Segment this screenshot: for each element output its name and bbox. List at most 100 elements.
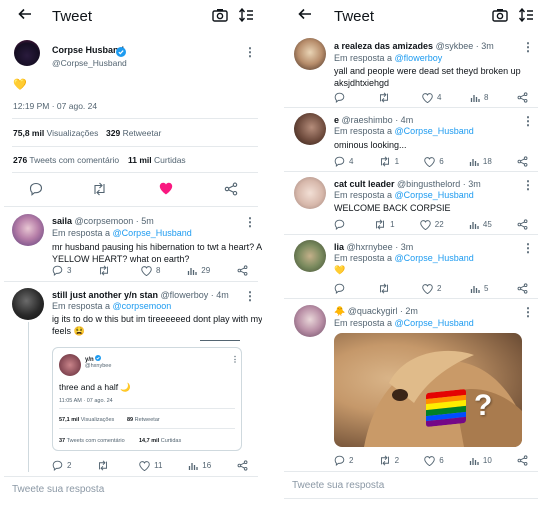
views-button[interactable]: 45 — [469, 220, 492, 230]
retweet-button[interactable] — [378, 283, 394, 294]
share-button[interactable] — [517, 283, 528, 294]
more-options-icon[interactable]: ⋮ — [522, 306, 534, 318]
reply-button[interactable] — [334, 283, 349, 294]
more-options-icon[interactable]: ⋮ — [522, 115, 534, 127]
like-button[interactable]: 22 — [420, 219, 444, 230]
quote-avatar — [59, 354, 81, 376]
reply-to-link[interactable]: @Corpse_Husband — [395, 318, 474, 328]
more-options-icon[interactable]: ⋮ — [244, 46, 256, 58]
share-button[interactable] — [237, 460, 248, 471]
reply-button[interactable]: 4 — [334, 156, 353, 167]
back-arrow-icon[interactable] — [18, 7, 32, 27]
share-button[interactable] — [237, 265, 248, 276]
reply-button[interactable] — [334, 219, 349, 230]
share-button[interactable] — [517, 156, 528, 167]
reply-input[interactable]: Tweete sua resposta — [12, 484, 104, 495]
retweet-button[interactable] — [378, 92, 394, 103]
reply-button[interactable]: 2 — [334, 455, 353, 466]
reply-actions: 2 11 16 — [52, 460, 248, 471]
reply-author-handle[interactable]: @raeshimbo · 4m — [342, 115, 414, 125]
reply-to-link[interactable]: @flowerboy — [395, 53, 443, 63]
like-button[interactable]: 6 — [424, 455, 444, 466]
reply-author-name[interactable]: lia — [334, 242, 344, 252]
reply-author-handle[interactable]: @bingusthelord · 3m — [397, 179, 481, 189]
reply-author-handle[interactable]: @hxrnybee · 3m — [347, 242, 414, 252]
retweets-stat[interactable]: 329 Retweetar — [106, 128, 161, 139]
reply-avatar[interactable] — [294, 177, 326, 209]
reply-button[interactable]: 3 — [52, 265, 71, 276]
reply-author-name[interactable]: 🐥 — [334, 306, 345, 316]
author-handle[interactable]: @Corpse_Husband — [52, 58, 127, 69]
sort-icon[interactable] — [518, 7, 534, 27]
more-options-icon[interactable]: ⋮ — [244, 290, 256, 302]
reply-to-link[interactable]: @Corpse_Husband — [395, 253, 474, 263]
camera-icon[interactable] — [212, 8, 228, 27]
views-button[interactable]: 8 — [470, 93, 488, 103]
reply-author-name[interactable]: e — [334, 115, 339, 125]
camera-icon[interactable] — [492, 8, 508, 27]
reply-avatar[interactable] — [12, 214, 44, 246]
views-button[interactable]: 16 — [188, 461, 211, 471]
share-button[interactable] — [517, 455, 528, 466]
reply-input[interactable]: Tweete sua resposta — [292, 480, 384, 491]
retweet-button[interactable]: 1 — [374, 219, 395, 230]
back-arrow-icon[interactable] — [298, 7, 312, 27]
reply-icon[interactable] — [29, 182, 43, 201]
reply-author-handle[interactable]: @corpsemoon · 5m — [75, 216, 154, 226]
reply-author-handle[interactable]: @sykbee · 3m — [436, 41, 494, 51]
reply-to-line: Em resposta a @Corpse_Husband — [334, 189, 474, 201]
reply-avatar[interactable] — [294, 38, 326, 70]
reply-button[interactable] — [334, 92, 349, 103]
reply-author-name[interactable]: a realeza das amizades — [334, 41, 433, 51]
sort-icon[interactable] — [238, 7, 254, 27]
more-options-icon[interactable]: ⋮ — [522, 41, 534, 53]
share-button[interactable] — [517, 92, 528, 103]
reply-author-name[interactable]: still just another y/n stan — [52, 290, 158, 300]
reply-prefix: Em resposta a — [52, 301, 111, 311]
like-button[interactable]: 11 — [139, 460, 162, 471]
retweet-button[interactable] — [98, 265, 114, 276]
reply-text: ominous looking... — [334, 140, 407, 150]
like-button[interactable]: 8 — [141, 265, 161, 276]
reply-avatar[interactable] — [294, 305, 326, 337]
retweet-button[interactable]: 1 — [379, 156, 399, 167]
reply-to-link[interactable]: @corpsemoon — [113, 301, 172, 311]
reply-to-link[interactable]: @Corpse_Husband — [395, 126, 474, 136]
more-options-icon[interactable]: ⋮ — [522, 242, 534, 254]
author-avatar[interactable] — [14, 40, 40, 66]
views-button[interactable]: 29 — [187, 266, 210, 276]
retweet-icon[interactable] — [92, 182, 107, 201]
like-button[interactable]: 2 — [422, 283, 441, 294]
reply-author-handle[interactable]: @quackygirl · 2m — [348, 306, 418, 316]
views-button[interactable]: 5 — [470, 284, 488, 294]
reply-actions: 2 2 6 10 — [334, 455, 528, 466]
reply-avatar[interactable] — [12, 288, 44, 320]
reply-to-link[interactable]: @Corpse_Husband — [395, 190, 474, 200]
reply-button[interactable]: 2 — [52, 460, 71, 471]
reply-author-handle[interactable]: @flowerboy · 4m — [161, 290, 229, 300]
like-count: 6 — [439, 456, 444, 465]
reply-media-image[interactable]: ? — [334, 333, 522, 447]
reply-avatar[interactable] — [294, 240, 326, 272]
share-button[interactable] — [517, 219, 528, 230]
more-options-icon[interactable]: ⋮ — [244, 216, 256, 228]
more-options-icon[interactable]: ⋮ — [522, 179, 534, 191]
views-button[interactable]: 18 — [469, 157, 492, 167]
views-stat[interactable]: 75,8 mil Visualizações — [13, 128, 98, 139]
reply-to-link[interactable]: @Corpse_Husband — [113, 228, 192, 238]
reply-author-name[interactable]: saila — [52, 216, 72, 226]
reply-author-name[interactable]: cat cult leader — [334, 179, 395, 189]
like-button[interactable]: 4 — [422, 92, 441, 103]
retweet-button[interactable] — [97, 460, 113, 471]
like-button[interactable]: 6 — [424, 156, 444, 167]
quoted-tweet-card[interactable]: y/n @hxnybee ⋮ three and a half 🌙 11:05 … — [52, 347, 242, 451]
like-icon[interactable] — [159, 182, 173, 200]
quotes-stat[interactable]: 276 Tweets com comentário — [13, 155, 119, 166]
author-name[interactable]: Corpse Husband — [52, 44, 124, 56]
retweet-button[interactable]: 2 — [379, 455, 399, 466]
reply-avatar[interactable] — [294, 113, 326, 145]
likes-stat[interactable]: 11 mil Curtidas — [128, 155, 186, 166]
views-button[interactable]: 10 — [469, 456, 492, 466]
likes-count: 11 mil — [128, 155, 152, 165]
share-icon[interactable] — [224, 182, 238, 201]
